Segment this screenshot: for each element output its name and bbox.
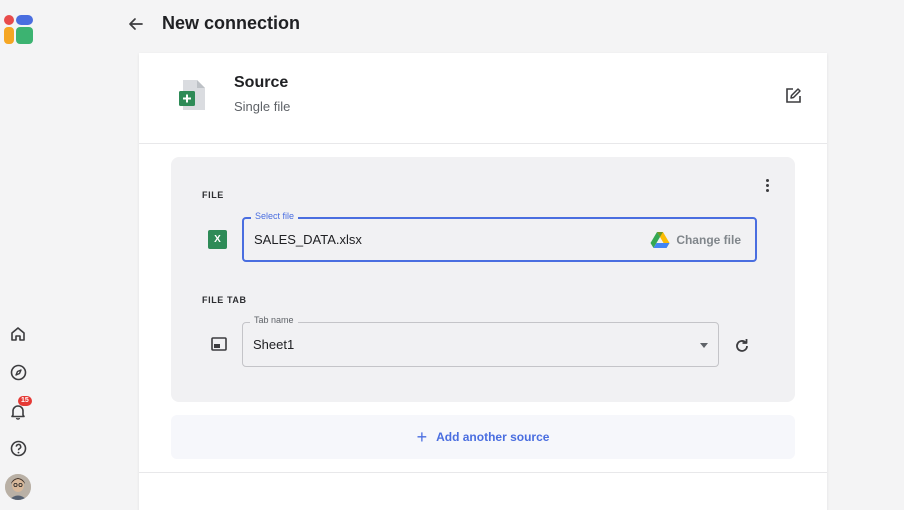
plus-icon: + — [416, 427, 428, 447]
page-title: New connection — [162, 13, 301, 33]
tab-name-value: Sheet1 — [253, 337, 295, 352]
select-file-label: Select file — [251, 211, 299, 221]
help-icon[interactable] — [8, 438, 28, 458]
spreadsheet-add-icon — [179, 80, 207, 110]
source-panel: FILE X Select file SALES_DATA.xlsx Chang… — [171, 157, 795, 402]
refresh-icon[interactable] — [733, 337, 751, 355]
back-button[interactable] — [126, 14, 146, 34]
add-another-source-label: Add another source — [436, 430, 550, 444]
back-arrow-icon — [129, 18, 143, 30]
header-divider — [139, 143, 827, 144]
tab-name-label: Tab name — [250, 315, 298, 325]
kebab-menu-icon[interactable] — [760, 177, 774, 193]
connection-card: Source Single file FILE X Select file SA… — [139, 53, 827, 510]
select-file-field[interactable]: Select file SALES_DATA.xlsx Change file — [242, 211, 757, 262]
footer-divider — [139, 472, 827, 473]
tab-name-select[interactable]: Tab name Sheet1 — [242, 315, 719, 367]
change-file-label: Change file — [676, 233, 741, 247]
excel-icon: X — [208, 230, 227, 249]
notifications-button[interactable]: 15 — [8, 396, 32, 421]
notification-badge: 15 — [18, 396, 32, 406]
edit-icon[interactable] — [783, 86, 803, 106]
left-rail: 15 — [0, 0, 40, 510]
source-subtitle: Single file — [234, 99, 291, 114]
file-tab-section-label: FILE TAB — [202, 295, 247, 305]
add-another-source-button[interactable]: + Add another source — [171, 415, 795, 459]
change-file-button[interactable]: Change file — [650, 229, 741, 251]
compass-icon[interactable] — [8, 362, 28, 382]
home-icon[interactable] — [8, 324, 28, 344]
dropdown-arrow-icon — [700, 343, 708, 348]
user-avatar[interactable] — [5, 474, 31, 500]
tab-icon — [211, 337, 227, 351]
source-title: Source — [234, 74, 289, 91]
google-drive-icon — [650, 232, 670, 248]
app-logo[interactable] — [4, 15, 33, 44]
file-section-label: FILE — [202, 190, 224, 200]
selected-file-name: SALES_DATA.xlsx — [254, 232, 362, 247]
